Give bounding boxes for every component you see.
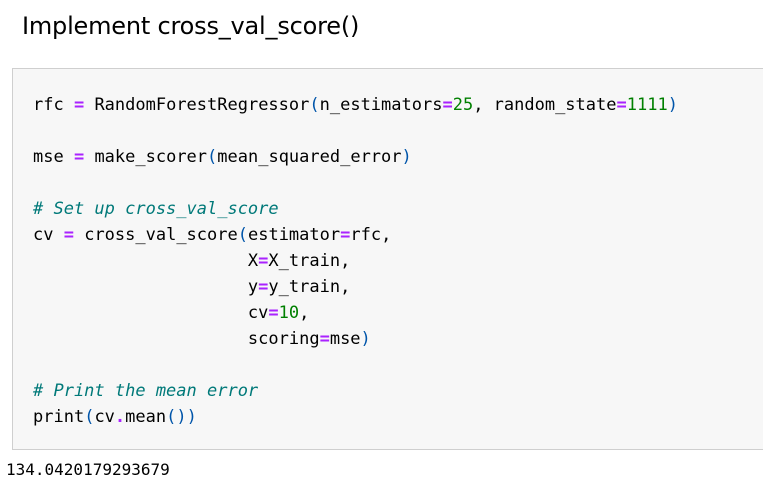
- code-token-num: 1111: [626, 95, 668, 115]
- code-token-paren: ()): [166, 407, 197, 427]
- code-token-plain: cv: [94, 407, 115, 427]
- code-token-paren: (: [207, 147, 218, 167]
- code-token-plain: cv: [33, 225, 64, 245]
- code-token-paren: (: [309, 95, 320, 115]
- code-line: # Print the mean error: [33, 378, 678, 404]
- code-line: scoring=mse): [33, 326, 678, 352]
- code-token-plain: n_estimators: [319, 95, 443, 115]
- code-token-paren: (: [84, 407, 95, 427]
- code-token-plain: ,: [299, 303, 310, 323]
- code-token-plain: rfc: [33, 95, 74, 115]
- code-token-plain: scoring: [33, 329, 320, 349]
- code-token-plain: X_train,: [268, 251, 351, 271]
- code-token-plain: y: [33, 277, 259, 297]
- code-token-plain: , random_state: [473, 95, 617, 115]
- code-token-plain: mse: [33, 147, 74, 167]
- code-token-plain: cross_val_score: [73, 225, 238, 245]
- code-token-comment: # Set up cross_val_score: [33, 199, 279, 219]
- code-editor[interactable]: rfc = RandomForestRegressor(n_estimators…: [33, 92, 678, 430]
- code-token-op: =: [442, 95, 453, 115]
- code-token-op: =: [258, 277, 269, 297]
- code-line: # Set up cross_val_score: [33, 196, 678, 222]
- code-line: mse = make_scorer(mean_squared_error): [33, 144, 678, 170]
- code-cell[interactable]: rfc = RandomForestRegressor(n_estimators…: [12, 68, 763, 450]
- code-line: y=y_train,: [33, 274, 678, 300]
- code-token-op: =: [258, 251, 269, 271]
- code-line: print(cv.mean()): [33, 404, 678, 430]
- code-token-op: =: [63, 225, 74, 245]
- code-token-plain: mse: [329, 329, 361, 349]
- code-token-paren: ): [360, 329, 371, 349]
- code-token-plain: y_train,: [268, 277, 351, 297]
- code-token-num: 10: [278, 303, 300, 323]
- code-token-plain: X: [33, 251, 259, 271]
- code-token-plain: cv: [33, 303, 269, 323]
- code-token-op: =: [616, 95, 627, 115]
- code-line: rfc = RandomForestRegressor(n_estimators…: [33, 92, 678, 118]
- code-token-plain: rfc,: [350, 225, 392, 245]
- section-heading: Implement cross_val_score(): [22, 12, 360, 40]
- code-token-plain: RandomForestRegressor: [84, 95, 310, 115]
- code-token-paren: ): [667, 95, 678, 115]
- code-token-paren: (: [237, 225, 248, 245]
- code-line: cv = cross_val_score(estimator=rfc,: [33, 222, 678, 248]
- code-token-plain: estimator: [247, 225, 341, 245]
- code-token-paren: ): [401, 147, 412, 167]
- code-token-comment: # Print the mean error: [33, 381, 259, 401]
- code-token-plain: make_scorer: [84, 147, 208, 167]
- code-line: cv=10,: [33, 300, 678, 326]
- code-token-plain: print: [33, 407, 85, 427]
- code-token-op: .: [114, 407, 126, 427]
- code-token-op: =: [340, 225, 351, 245]
- code-token-num: 25: [452, 95, 474, 115]
- code-token-op: =: [73, 95, 85, 115]
- code-token-op: =: [73, 147, 85, 167]
- code-token-plain: mean: [125, 407, 167, 427]
- code-token-plain: mean_squared_error: [217, 147, 402, 167]
- cell-output: 134.0420179293679: [6, 460, 170, 479]
- code-line: X=X_train,: [33, 248, 678, 274]
- code-token-op: =: [268, 303, 279, 323]
- code-token-op: =: [319, 329, 330, 349]
